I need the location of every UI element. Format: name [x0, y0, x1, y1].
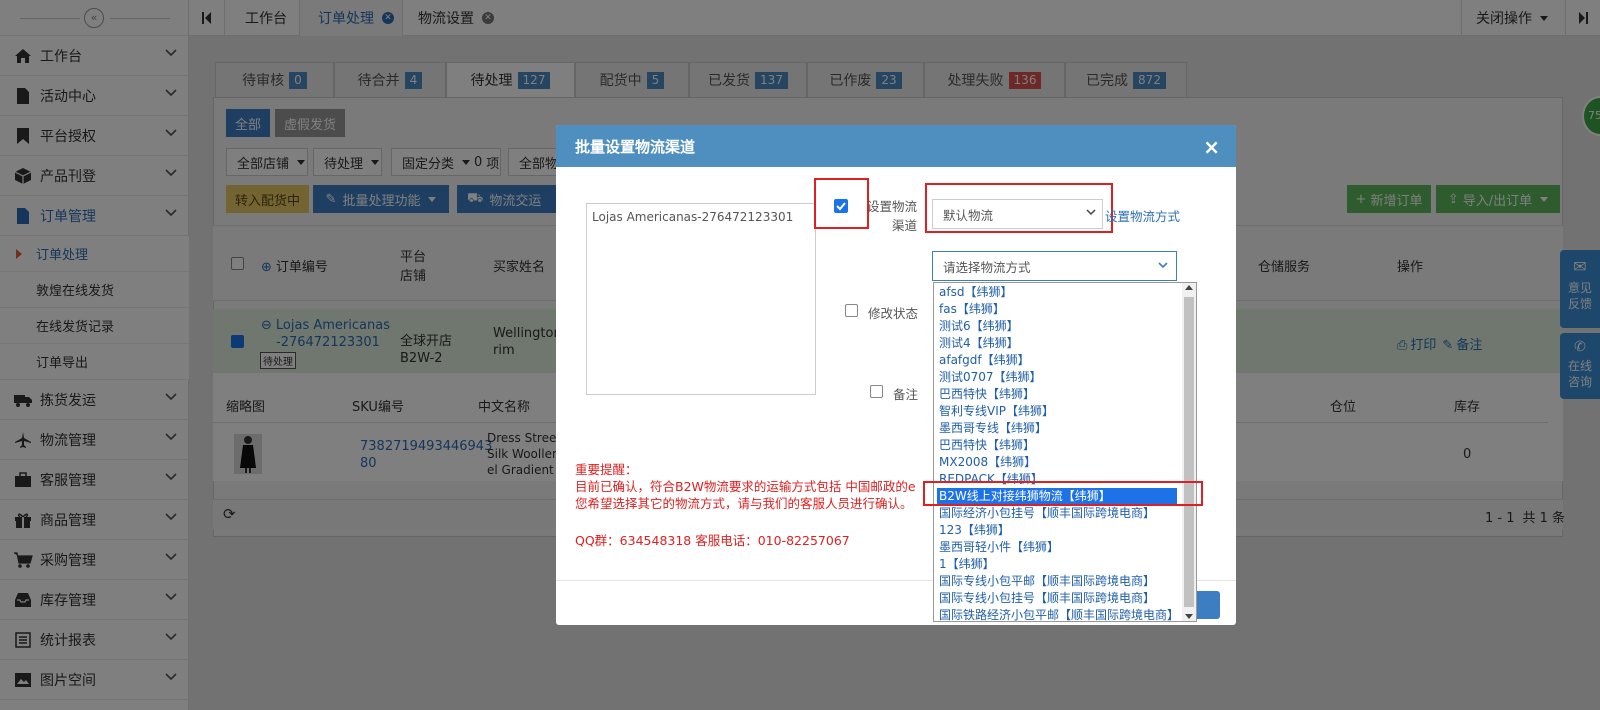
highlight-box [923, 481, 1203, 506]
dropdown-option[interactable]: 智利专线VIP【纬狮】 [937, 403, 1054, 420]
dropdown-option[interactable]: 国际专线小包挂号【顺丰国际跨境电商】 [937, 590, 1155, 607]
scroll-down-icon[interactable] [1185, 614, 1193, 619]
dropdown-option[interactable]: 墨西哥轻小件【纬狮】 [937, 539, 1059, 556]
dropdown-option[interactable]: 测试6【纬狮】 [937, 318, 1019, 335]
dropdown-option[interactable]: 国际经济小包挂号【顺丰国际跨境电商】 [937, 505, 1155, 522]
remark-label: 备注 [893, 387, 919, 402]
select-value: 请选择物流方式 [943, 259, 1031, 275]
modal-header: 批量设置物流渠道 × [556, 125, 1236, 167]
logistics-method-dropdown[interactable]: afsd【纬狮】 fas【纬狮】 测试6【纬狮】 测试4【纬狮】 afafgdf【纬狮】… [933, 282, 1197, 622]
dropdown-option[interactable]: afafgdf【纬狮】 [937, 352, 1030, 369]
chevron-down-icon [1158, 262, 1168, 269]
remark-checkbox[interactable] [870, 385, 883, 398]
dropdown-option[interactable]: 123【纬狮】 [937, 522, 1010, 539]
set-channel-label: 设置物流渠道 [866, 199, 917, 233]
select-value: 默认物流 [943, 207, 994, 223]
dropdown-option[interactable]: fas【纬狮】 [937, 301, 1005, 318]
modify-status-label: 修改状态 [868, 306, 919, 321]
dropdown-option[interactable]: 测试0707【纬狮】 [937, 369, 1042, 386]
order-list-box: Lojas Americanas-276472123301 [586, 203, 816, 395]
dropdown-scrollbar[interactable] [1182, 283, 1196, 621]
chevron-down-icon [1086, 209, 1096, 216]
default-logistics-select[interactable]: 默认物流 [932, 199, 1103, 229]
dropdown-option[interactable]: 墨西哥专线【纬狮】 [937, 420, 1047, 437]
dropdown-option[interactable]: 国际铁路经济小包平邮【顺丰国际跨境电商】 [937, 607, 1179, 624]
dropdown-option[interactable]: 巴西特快【纬狮】 [937, 437, 1035, 454]
set-channel-checkbox[interactable] [834, 199, 848, 213]
scroll-up-icon[interactable] [1185, 285, 1193, 290]
set-method-link[interactable]: 设置物流方式 [1105, 206, 1180, 225]
scrollbar-thumb[interactable] [1184, 297, 1194, 607]
dropdown-option[interactable]: afsd【纬狮】 [937, 284, 1012, 301]
order-list-entry: Lojas Americanas-276472123301 [592, 210, 794, 224]
modify-status-checkbox[interactable] [845, 304, 858, 317]
logistics-method-select[interactable]: 请选择物流方式 [932, 251, 1177, 281]
dropdown-option[interactable]: 巴西特快【纬狮】 [937, 386, 1035, 403]
close-icon[interactable]: × [1203, 135, 1220, 159]
dropdown-option[interactable]: 1【纬狮】 [937, 556, 995, 573]
dropdown-option[interactable]: 测试4【纬狮】 [937, 335, 1019, 352]
dropdown-option[interactable]: 国际专线小包平邮【顺丰国际跨境电商】 [937, 573, 1155, 590]
modal-title: 批量设置物流渠道 [575, 137, 696, 156]
dropdown-option[interactable]: MX2008【纬狮】 [937, 454, 1036, 471]
